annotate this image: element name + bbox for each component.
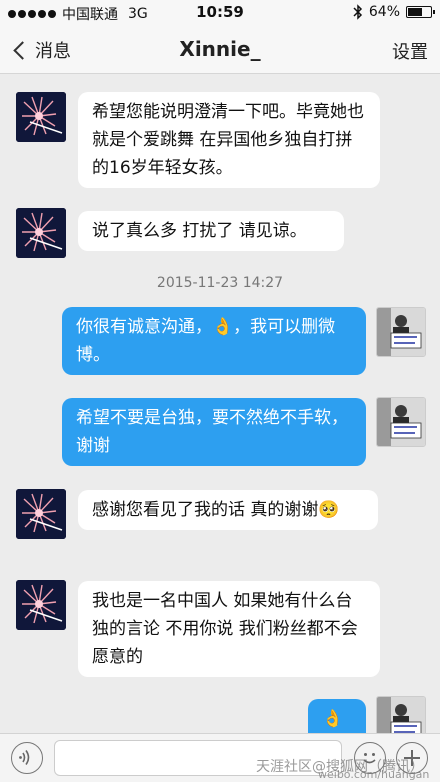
- user-avatar[interactable]: [376, 307, 426, 357]
- message-bubble-incoming[interactable]: 感谢您看见了我的话 真的谢谢🥺: [78, 490, 378, 530]
- contact-avatar[interactable]: [16, 489, 66, 539]
- bluetooth-icon: [353, 4, 362, 20]
- message-bubble-incoming[interactable]: 我也是一名中国人 如果她有什么台独的言论 不用你说 我们粉丝都不会愿意的: [78, 581, 380, 677]
- battery-fill: [408, 8, 423, 16]
- message-bubble-outgoing[interactable]: 你很有诚意沟通，👌，我可以删微博。: [62, 307, 366, 375]
- nav-bar: 消息 Xinnie_ 设置: [0, 26, 440, 74]
- message-timestamp: 2015-11-23 14:27: [156, 275, 284, 291]
- message-bubble-incoming[interactable]: 希望您能说明澄清一下吧。毕竟她也就是个爱跳舞 在异国他乡独自打拼的16岁年轻女孩…: [78, 92, 380, 188]
- contact-avatar[interactable]: [16, 208, 66, 258]
- battery-icon: [406, 6, 435, 18]
- chat-area[interactable]: 希望您能说明澄清一下吧。毕竟她也就是个爱跳舞 在异国他乡独自打拼的16岁年轻女孩…: [0, 75, 440, 733]
- message-bubble-outgoing[interactable]: 希望不要是台独，要不然绝不手软，谢谢: [62, 398, 366, 466]
- avatar-image: [377, 697, 425, 733]
- message-bubble-outgoing[interactable]: 👌: [308, 699, 366, 733]
- avatar-image: [377, 308, 425, 356]
- avatar-image: [16, 580, 66, 630]
- message-text: 👌: [322, 709, 344, 729]
- message-text: 感谢您看见了我的话 真的谢谢🥺: [92, 500, 340, 520]
- user-avatar[interactable]: [376, 397, 426, 447]
- avatar-image: [16, 92, 66, 142]
- status-bar: 中国联通 3G 10:59 64%: [0, 0, 440, 26]
- message-text: 希望您能说明澄清一下吧。毕竟她也就是个爱跳舞 在异国他乡独自打拼的16岁年轻女孩…: [92, 102, 364, 178]
- watermark-url: weibo.com/huangan: [318, 768, 430, 781]
- avatar-image: [16, 489, 66, 539]
- battery-percent: 64%: [368, 4, 400, 20]
- avatar-image: [377, 398, 425, 446]
- status-right: 64%: [353, 4, 435, 20]
- chat-title: Xinnie_: [179, 37, 261, 61]
- avatar-image: [16, 208, 66, 258]
- message-text: 你很有诚意沟通，👌，我可以删微博。: [76, 317, 336, 365]
- contact-avatar[interactable]: [16, 580, 66, 630]
- message-bubble-incoming[interactable]: 说了真么多 打扰了 请见谅。: [78, 211, 344, 251]
- contact-avatar[interactable]: [16, 92, 66, 142]
- settings-button[interactable]: 设置: [392, 38, 428, 64]
- voice-button[interactable]: [11, 742, 43, 774]
- voice-icon: [19, 750, 30, 765]
- message-text: 我也是一名中国人 如果她有什么台独的言论 不用你说 我们粉丝都不会愿意的: [92, 591, 358, 667]
- user-avatar[interactable]: [376, 696, 426, 733]
- message-text: 希望不要是台独，要不然绝不手软，谢谢: [76, 408, 348, 456]
- message-text: 说了真么多 打扰了 请见谅。: [92, 221, 307, 241]
